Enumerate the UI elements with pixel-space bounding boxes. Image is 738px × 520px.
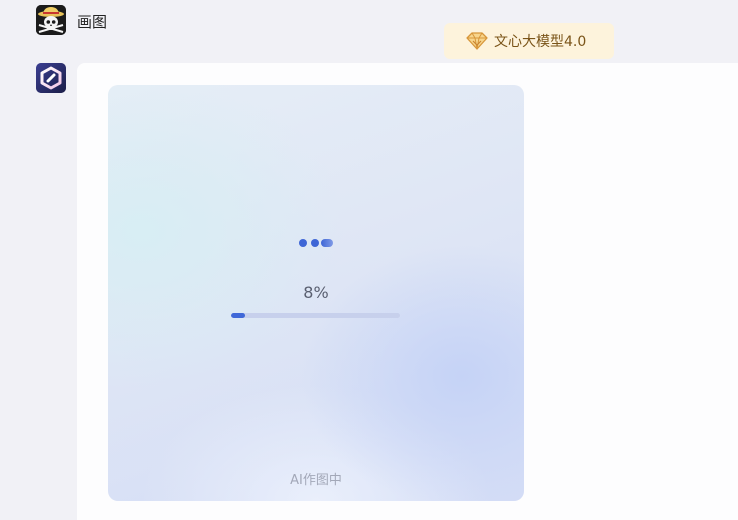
- loading-dot: [299, 239, 307, 247]
- ernie-bot-logo-icon: [36, 63, 66, 93]
- loading-dots-icon: [299, 239, 335, 247]
- diamond-gem-icon: [466, 32, 488, 50]
- progress-percentage: 8%: [303, 283, 329, 302]
- progress-bar: [231, 313, 400, 318]
- model-badge-label: 文心大模型4.0: [494, 34, 587, 50]
- bot-avatar: [36, 63, 66, 93]
- loading-dot: [311, 239, 319, 247]
- progress-bar-fill: [231, 313, 245, 318]
- skull-straw-hat-avatar-icon: [36, 5, 66, 35]
- user-message-text: 画图: [77, 13, 108, 31]
- model-badge[interactable]: 文心大模型4.0: [444, 23, 614, 59]
- loading-dot: [321, 239, 333, 247]
- user-avatar: [36, 5, 66, 35]
- generation-status-caption: AI作图中: [290, 473, 342, 488]
- image-generation-card: 8% AI作图中: [108, 85, 524, 501]
